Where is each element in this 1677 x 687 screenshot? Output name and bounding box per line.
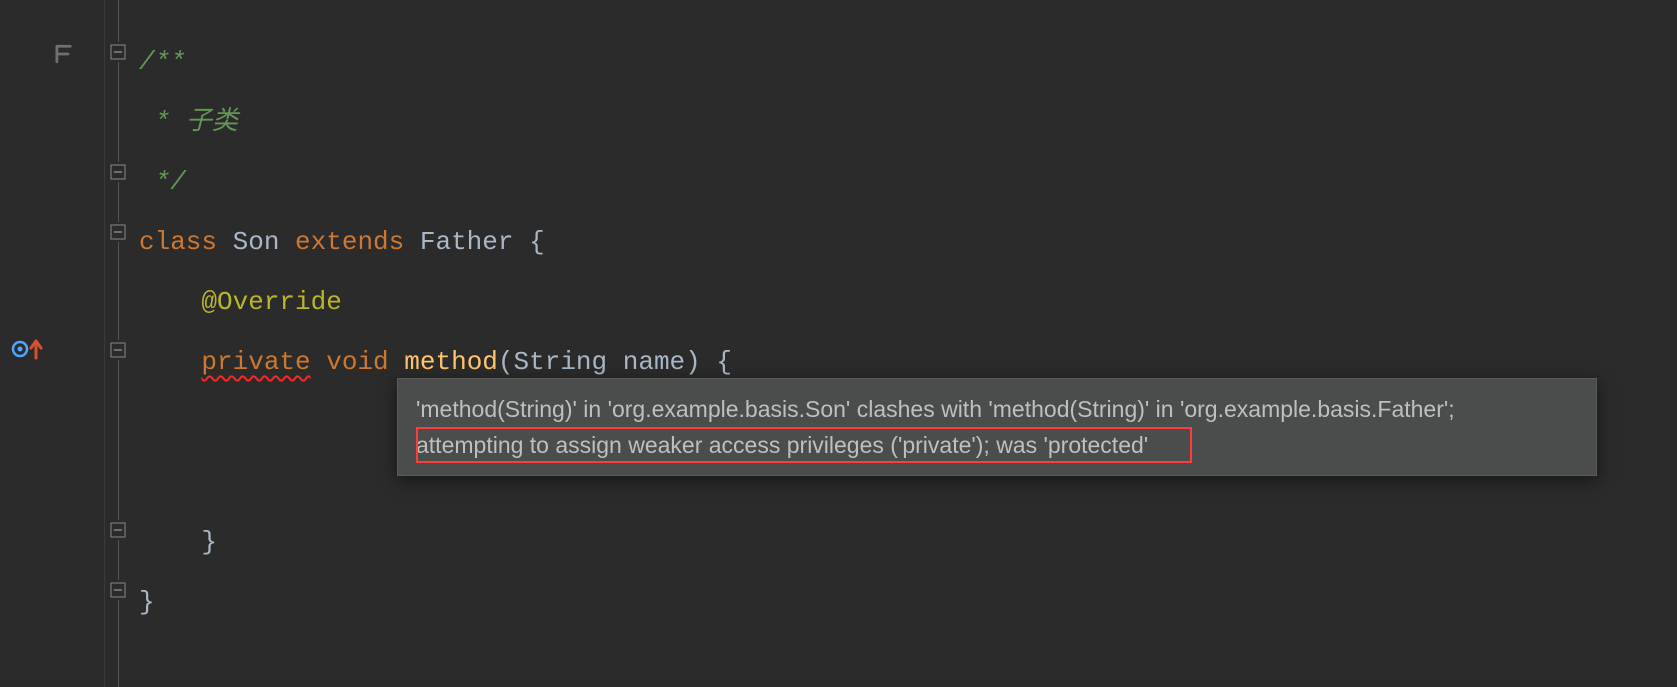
paragraph-icon (54, 42, 82, 72)
keyword-class: class (139, 227, 217, 257)
code-line[interactable]: */ (135, 152, 1677, 212)
code-line[interactable]: /** (135, 32, 1677, 92)
paren: ) (685, 347, 701, 377)
paren: ( (498, 347, 514, 377)
brace: { (529, 227, 545, 257)
javadoc-close: */ (139, 167, 186, 197)
brace: } (201, 527, 217, 557)
class-name: Son (233, 227, 280, 257)
code-line[interactable]: } (135, 572, 1677, 632)
override-gutter-icon[interactable] (10, 336, 46, 370)
brace: { (716, 347, 732, 377)
code-line[interactable]: @Override (135, 272, 1677, 332)
tooltip-line: 'method(String)' in 'org.example.basis.S… (416, 391, 1578, 427)
code-editor[interactable]: /** * 子类 */ class Son extends Father { @… (0, 0, 1677, 687)
fold-column (105, 0, 135, 687)
code-line[interactable]: * 子类 (135, 92, 1677, 152)
method-name: method (404, 347, 498, 377)
tooltip-line: attempting to assign weaker access privi… (416, 427, 1578, 463)
fold-toggle[interactable] (108, 222, 128, 242)
annotation: @Override (201, 287, 341, 317)
code-area[interactable]: /** * 子类 */ class Son extends Father { @… (135, 0, 1677, 687)
fold-toggle[interactable] (108, 42, 128, 62)
param-type: String (514, 347, 608, 377)
javadoc-text: 子类 (186, 107, 238, 137)
error-tooltip: 'method(String)' in 'org.example.basis.S… (397, 378, 1597, 476)
modifier-error: private (201, 347, 310, 377)
param-name: name (623, 347, 685, 377)
gutter (0, 0, 105, 687)
keyword-extends: extends (295, 227, 404, 257)
return-type: void (326, 347, 388, 377)
parent-class: Father (420, 227, 514, 257)
fold-toggle[interactable] (108, 520, 128, 540)
brace: } (139, 587, 155, 617)
code-line[interactable]: } (135, 512, 1677, 572)
fold-toggle[interactable] (108, 162, 128, 182)
fold-toggle[interactable] (108, 580, 128, 600)
javadoc-open: /** (139, 47, 186, 77)
code-line[interactable]: class Son extends Father { (135, 212, 1677, 272)
javadoc-star: * (139, 107, 186, 137)
fold-toggle[interactable] (108, 340, 128, 360)
